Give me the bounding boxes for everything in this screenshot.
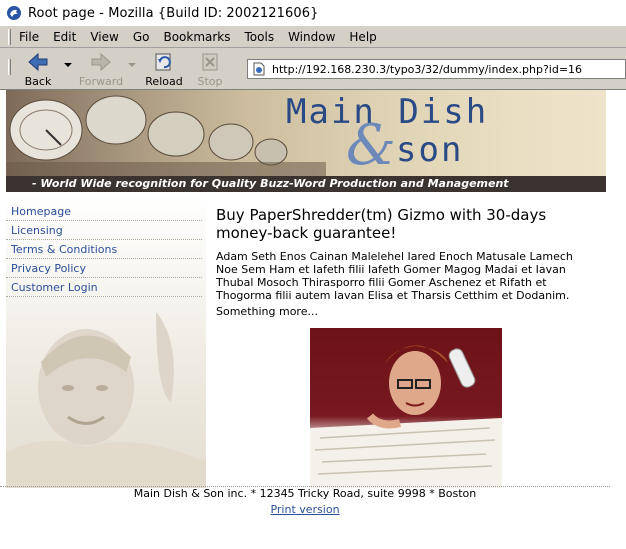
forward-dropdown-icon[interactable] (128, 63, 136, 67)
page-content: Main Dish & son - World Wide recognition… (0, 90, 626, 549)
page-icon (253, 62, 265, 76)
menu-go[interactable]: Go (133, 30, 150, 44)
back-arrow-icon (28, 52, 48, 72)
forward-button[interactable]: Forward (78, 51, 124, 88)
article-body: Adam Seth Enos Cainan Malelehel Iared En… (216, 250, 573, 302)
menu-view[interactable]: View (90, 30, 118, 44)
address-bar[interactable] (247, 59, 626, 79)
article-more: Something more... (216, 305, 318, 318)
print-link-container: Print version (0, 503, 610, 516)
toolbar-grip (8, 59, 11, 75)
back-dropdown-icon[interactable] (64, 63, 72, 67)
nav-terms[interactable]: Terms & Conditions (6, 240, 202, 259)
footer-address: Main Dish & Son inc. * 12345 Tricky Road… (133, 487, 477, 500)
mozilla-icon (7, 6, 21, 20)
menu-edit[interactable]: Edit (53, 30, 76, 44)
logo-son: son (396, 130, 464, 170)
article-headline: Buy PaperShredder(tm) Gizmo with 30-days… (216, 206, 547, 242)
menu-bar: File Edit View Go Bookmarks Tools Window… (0, 26, 626, 48)
menubar-grip (8, 28, 11, 45)
reload-button[interactable]: Reload (144, 51, 184, 88)
menu-tools[interactable]: Tools (245, 30, 275, 44)
nav-licensing[interactable]: Licensing (6, 221, 202, 240)
nav-privacy[interactable]: Privacy Policy (6, 259, 202, 278)
menu-file[interactable]: File (19, 30, 39, 44)
sidebar-nav: Homepage Licensing Terms & Conditions Pr… (6, 202, 202, 297)
site-banner: Main Dish & son - World Wide recognition… (6, 90, 606, 192)
woman-with-papers-image (310, 345, 502, 488)
stop-icon (202, 53, 218, 71)
article: Buy PaperShredder(tm) Gizmo with 30-days… (216, 206, 596, 318)
site-tagline: - World Wide recognition for Quality Buz… (6, 176, 606, 192)
nav-homepage[interactable]: Homepage (6, 202, 202, 221)
menu-help[interactable]: Help (349, 30, 376, 44)
nav-customer-login[interactable]: Customer Login (6, 278, 202, 297)
browser-window: Root page - Mozilla {Build ID: 200212160… (0, 0, 626, 549)
back-button[interactable]: Back (18, 51, 58, 88)
menu-bookmarks[interactable]: Bookmarks (163, 30, 230, 44)
stop-label: Stop (197, 75, 223, 88)
back-label: Back (24, 75, 52, 88)
reload-label: Reload (145, 75, 183, 88)
navigation-toolbar: Back Forward Reload Stop (0, 49, 626, 90)
print-version-link[interactable]: Print version (270, 503, 339, 516)
reload-icon (155, 53, 171, 71)
forward-label: Forward (78, 75, 124, 88)
woman-paperwork-photo (310, 328, 502, 488)
url-input[interactable] (272, 62, 612, 76)
forward-arrow-icon (91, 52, 111, 72)
stop-button[interactable]: Stop (194, 51, 226, 88)
logo-ampersand: & (346, 113, 396, 178)
menu-window[interactable]: Window (288, 30, 335, 44)
window-title: Root page - Mozilla {Build ID: 200212160… (28, 5, 319, 21)
title-bar: Root page - Mozilla {Build ID: 200212160… (0, 0, 626, 26)
